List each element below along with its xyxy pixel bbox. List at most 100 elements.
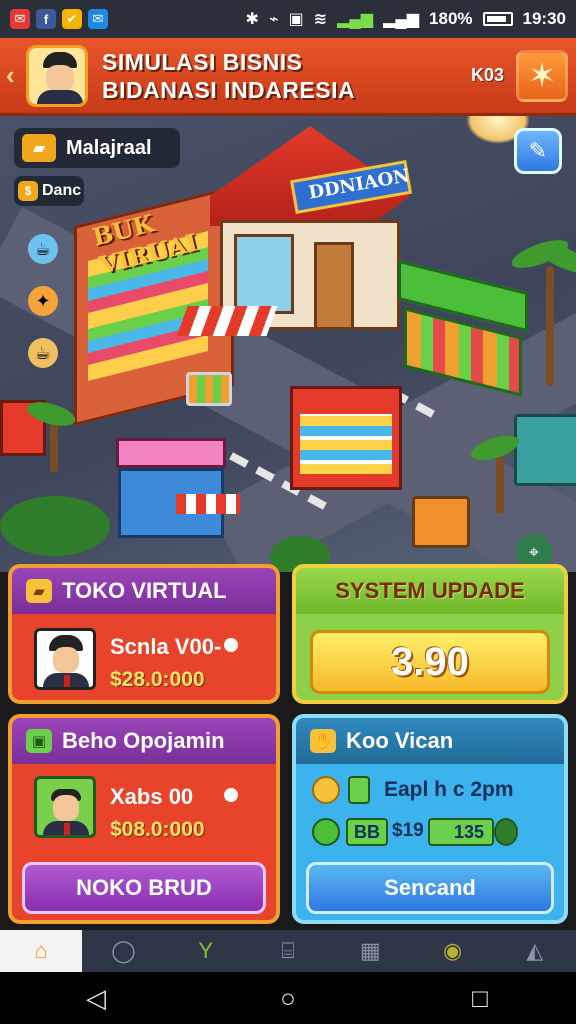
cash-icon: [348, 776, 370, 804]
location-icon: ◉: [442, 938, 463, 963]
circle-home-icon: ○: [280, 982, 296, 1013]
face: [46, 64, 74, 91]
noko-brud-button[interactable]: NOKO BRUD: [22, 862, 266, 914]
bottom-nav: ⌂ ◯ Y ⌸ ▦ ◉ ◭: [0, 930, 576, 972]
calendar-icon: ▦: [359, 938, 381, 963]
box-icon: ▰: [22, 134, 56, 162]
wifi-icon: ≋: [313, 11, 328, 28]
card-koo-title: Koo Vican: [346, 728, 454, 753]
bus[interactable]: [514, 414, 576, 486]
card-koo-head: ✋ Koo Vican: [296, 718, 564, 764]
battery-icon: [482, 12, 513, 26]
coin-icon: [312, 776, 340, 804]
globe-icon: [494, 818, 518, 846]
mail-app-icon: ✉: [10, 9, 30, 29]
handshake-icon: ✋: [310, 729, 336, 753]
game-header: ‹ SIMULASI BISNIS BIDANASI INDARESIA K03…: [0, 38, 576, 116]
location-pill[interactable]: ▰ Malajraal: [14, 128, 180, 168]
palm-trunk: [546, 266, 554, 386]
card-beho[interactable]: ▣ Beho Opojamin Xabs 00 $08.0:000 NOKO B…: [8, 714, 280, 924]
nav-plant[interactable]: Y: [165, 930, 247, 972]
bush: [0, 496, 110, 556]
pink-shop-roof: [116, 438, 226, 468]
noko-brud-label: NOKO BRUD: [76, 875, 212, 900]
koo-subtitle: Eapl h c 2pm: [384, 778, 514, 801]
coin-icon: $: [18, 181, 38, 201]
battery-percent: 180%: [429, 9, 473, 28]
card-koo-vican[interactable]: ✋ Koo Vican Eapl h c 2pm BB $19 135 Senc…: [292, 714, 568, 924]
status-bar: ✉ f ✔ ✉ ✱ ⌁ ▣ ≋ ▂▄▆ ▂▄▆ 180% 19:30: [0, 0, 576, 38]
alarm-icon: ◭: [526, 938, 544, 963]
message-app-icon: ✉: [88, 9, 108, 29]
level-code: K03: [470, 65, 504, 85]
nav-location[interactable]: ◉: [411, 930, 493, 972]
player-avatar[interactable]: [26, 44, 88, 107]
shopping-cart[interactable]: [186, 372, 232, 406]
star-icon: ✶: [527, 56, 557, 95]
shop-center-window: [234, 234, 294, 314]
shop-center-door: [314, 242, 354, 330]
stat-b: $19: [392, 820, 424, 841]
card-toko-title: TOKO VIRTUAL: [62, 578, 227, 603]
bank-icon: ⌸: [281, 938, 295, 963]
recents-button[interactable]: □: [450, 983, 510, 1014]
vibrate-icon: ⌁: [268, 11, 279, 28]
back-icon: ◁: [86, 982, 106, 1013]
status-indicators: ✱ ⌁ ▣ ≋ ▂▄▆ ▂▄▆ 180% 19:30: [246, 9, 566, 29]
card-beho-title: Beho Opojamin: [62, 728, 225, 753]
stat-c-box: 135: [428, 818, 495, 846]
tie: [64, 823, 70, 835]
leaf-icon: [312, 818, 340, 846]
gift-box-icon: ▣: [26, 729, 52, 753]
toko-toggle[interactable]: [224, 638, 238, 652]
chat-icon: ✎: [528, 138, 548, 163]
check-app-icon: ✔: [62, 9, 82, 29]
beho-avatar: [34, 776, 96, 838]
red-kiosk[interactable]: [290, 366, 410, 496]
back-arrow-icon[interactable]: ‹: [6, 60, 24, 91]
card-toko-virtual[interactable]: ▰ TOKO VIRTUAL Scnla V00- $28.0:000: [8, 564, 280, 704]
signal-icon: ▂▄▆: [337, 11, 374, 28]
orange-truck[interactable]: [412, 496, 470, 548]
bluetooth-icon: ✱: [245, 11, 259, 28]
market-stand[interactable]: [398, 259, 538, 397]
home-icon: ⌂: [34, 938, 48, 963]
beho-person-name: Xabs 00: [110, 784, 194, 809]
city-scene[interactable]: ▰ Malajraal $ Danc ☕ ✦ ☕ ✎ BUK VIRUAI DD…: [0, 116, 576, 572]
kiosk-shelf: [300, 414, 392, 474]
nav-calendar[interactable]: ▦: [329, 930, 411, 972]
facebook-app-icon: f: [36, 9, 56, 29]
nav-bank[interactable]: ⌸: [247, 930, 329, 972]
star-button[interactable]: ✶: [516, 49, 568, 102]
home-button[interactable]: ○: [258, 983, 318, 1014]
beho-money: $08.0:000: [110, 818, 205, 841]
chat-button[interactable]: ✎: [514, 128, 562, 174]
nav-home[interactable]: ⌂: [0, 930, 83, 972]
bulb-icon[interactable]: ✦: [28, 286, 58, 316]
game-screen: ✉ f ✔ ✉ ✱ ⌁ ▣ ≋ ▂▄▆ ▂▄▆ 180% 19:30 ‹ SIM…: [0, 0, 576, 1024]
pink-shop-awning: [176, 494, 240, 514]
drink-icon[interactable]: ☕: [28, 338, 58, 368]
sencand-label: Sencand: [384, 875, 476, 900]
beho-toggle[interactable]: [224, 788, 238, 802]
clock: 19:30: [522, 9, 566, 28]
recents-icon: □: [472, 982, 488, 1013]
card-system-head: SYSTEM UPDADE: [296, 568, 564, 614]
nav-alarm[interactable]: ◭: [494, 930, 576, 972]
suit: [37, 89, 83, 104]
toko-money: $28.0:000: [110, 668, 205, 691]
title-line-2: BIDANASI INDARESIA: [102, 76, 356, 103]
stat-c: 135: [454, 821, 485, 842]
pink-shop[interactable]: [116, 438, 256, 548]
awning: [176, 306, 278, 336]
nav-search[interactable]: ◯: [82, 930, 164, 972]
back-button[interactable]: ◁: [66, 983, 126, 1014]
notification-apps: ✉ f ✔ ✉: [10, 9, 108, 29]
cup-icon[interactable]: ☕: [28, 234, 58, 264]
sencand-button[interactable]: Sencand: [306, 862, 554, 914]
card-system-update[interactable]: SYSTEM UPDADE 3.90: [292, 564, 568, 704]
palm-trunk: [496, 456, 504, 514]
tie: [64, 675, 70, 687]
nfc-icon: ▣: [288, 11, 304, 28]
title-line-1: SIMULASI BISNIS: [102, 48, 303, 75]
